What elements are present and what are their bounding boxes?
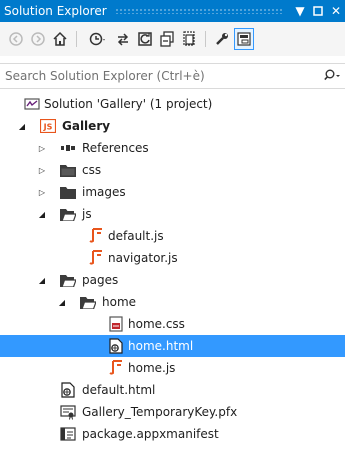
tree-item-project-gallery[interactable]: ◢ JS Gallery xyxy=(0,115,345,137)
tree-item-folder-css[interactable]: ▷ css xyxy=(0,159,345,181)
show-all-files-icon[interactable] xyxy=(179,28,199,50)
auto-hide-icon[interactable] xyxy=(309,0,327,22)
expanded-arrow-icon[interactable]: ◢ xyxy=(57,291,67,313)
tree-item-label: home.html xyxy=(128,339,194,353)
tree-item-label: home.css xyxy=(128,317,185,331)
tree-item-label: css xyxy=(82,163,102,177)
html-file-icon xyxy=(60,382,76,398)
tree-item-label: default.js xyxy=(108,229,164,243)
tree-item-label: navigator.js xyxy=(108,251,178,265)
title-bar[interactable]: Solution Explorer ▼ ✕ xyxy=(0,0,345,22)
tree-item-file-default-html[interactable]: default.html xyxy=(0,379,345,401)
open-folder-icon xyxy=(80,294,96,310)
close-icon[interactable]: ✕ xyxy=(327,0,345,22)
history-icon[interactable]: - xyxy=(83,28,111,50)
tree-item-file-home-html[interactable]: home.html xyxy=(0,335,345,357)
history-dropdown-icon[interactable]: - xyxy=(103,35,106,44)
tree-item-folder-images[interactable]: ▷ images xyxy=(0,181,345,203)
home-icon[interactable] xyxy=(50,28,70,50)
sync-icon[interactable] xyxy=(113,28,133,50)
back-icon[interactable] xyxy=(6,28,26,50)
collapse-all-icon[interactable] xyxy=(157,28,177,50)
tree-item-references[interactable]: ▷ References xyxy=(0,137,345,159)
tree-item-file-manifest[interactable]: package.appxmanifest xyxy=(0,423,345,445)
drag-grip[interactable] xyxy=(114,8,283,14)
tree-item-label: Gallery_TemporaryKey.pfx xyxy=(82,405,238,419)
solution-explorer-window: Solution Explorer ▼ ✕ - Search Solution … xyxy=(0,0,345,458)
search-input[interactable] xyxy=(0,64,319,88)
html-file-icon xyxy=(108,338,124,354)
tree-item-file-navigator-js[interactable]: navigator.js xyxy=(0,247,345,269)
folder-icon xyxy=(60,162,76,178)
tree-item-label: images xyxy=(82,185,126,199)
open-folder-icon xyxy=(60,206,76,222)
collapsed-arrow-icon[interactable]: ▷ xyxy=(37,137,47,159)
expanded-arrow-icon[interactable]: ◢ xyxy=(37,269,47,291)
toolbar: - xyxy=(0,22,345,56)
css-file-icon xyxy=(108,316,124,332)
tree-item-folder-home[interactable]: ◢ home xyxy=(0,291,345,313)
window-title: Solution Explorer xyxy=(4,4,107,18)
svg-text:JS: JS xyxy=(43,123,53,132)
folder-icon xyxy=(60,184,76,200)
tree-item-label: References xyxy=(82,141,149,155)
manifest-icon xyxy=(60,426,76,442)
tree-item-label: home.js xyxy=(128,361,176,375)
tree-item-file-default-js[interactable]: default.js xyxy=(0,225,345,247)
tree-item-folder-js[interactable]: ◢ js xyxy=(0,203,345,225)
expanded-arrow-icon[interactable]: ◢ xyxy=(17,115,27,137)
tree-item-file-home-js[interactable]: home.js xyxy=(0,357,345,379)
tree-item-label: package.appxmanifest xyxy=(82,427,219,441)
toolbar-separator xyxy=(76,31,77,47)
search-icon[interactable] xyxy=(319,69,345,83)
collapsed-arrow-icon[interactable]: ▷ xyxy=(37,181,47,203)
tree-item-label: pages xyxy=(82,273,119,287)
expanded-arrow-icon[interactable]: ◢ xyxy=(37,203,47,225)
open-folder-icon xyxy=(60,272,76,288)
js-file-icon xyxy=(88,228,104,244)
tree-item-label: default.html xyxy=(82,383,156,397)
refresh-icon[interactable] xyxy=(135,28,155,50)
tree-item-label: home xyxy=(102,295,137,309)
tree-item-solution[interactable]: Solution 'Gallery' (1 project) xyxy=(0,93,345,115)
tree-item-label: Gallery xyxy=(62,119,111,133)
solution-icon xyxy=(24,96,40,112)
tree-item-file-home-css[interactable]: home.css xyxy=(0,313,345,335)
dropdown-icon[interactable]: ▼ xyxy=(291,0,309,22)
search-box xyxy=(0,63,345,89)
forward-icon[interactable] xyxy=(28,28,48,50)
tree-item-label: Solution 'Gallery' (1 project) xyxy=(44,97,213,111)
references-icon xyxy=(60,140,76,156)
js-file-icon xyxy=(88,250,104,266)
collapsed-arrow-icon[interactable]: ▷ xyxy=(37,159,47,181)
tree-item-file-pfx[interactable]: Gallery_TemporaryKey.pfx xyxy=(0,401,345,423)
properties-icon[interactable] xyxy=(212,28,232,50)
js-project-icon: JS xyxy=(40,118,56,134)
tree-item-label: js xyxy=(82,207,92,221)
js-file-icon xyxy=(108,360,124,376)
certificate-icon xyxy=(60,404,76,420)
tree-item-folder-pages[interactable]: ◢ pages xyxy=(0,269,345,291)
preview-icon[interactable] xyxy=(234,28,254,50)
toolbar-separator xyxy=(205,31,206,47)
